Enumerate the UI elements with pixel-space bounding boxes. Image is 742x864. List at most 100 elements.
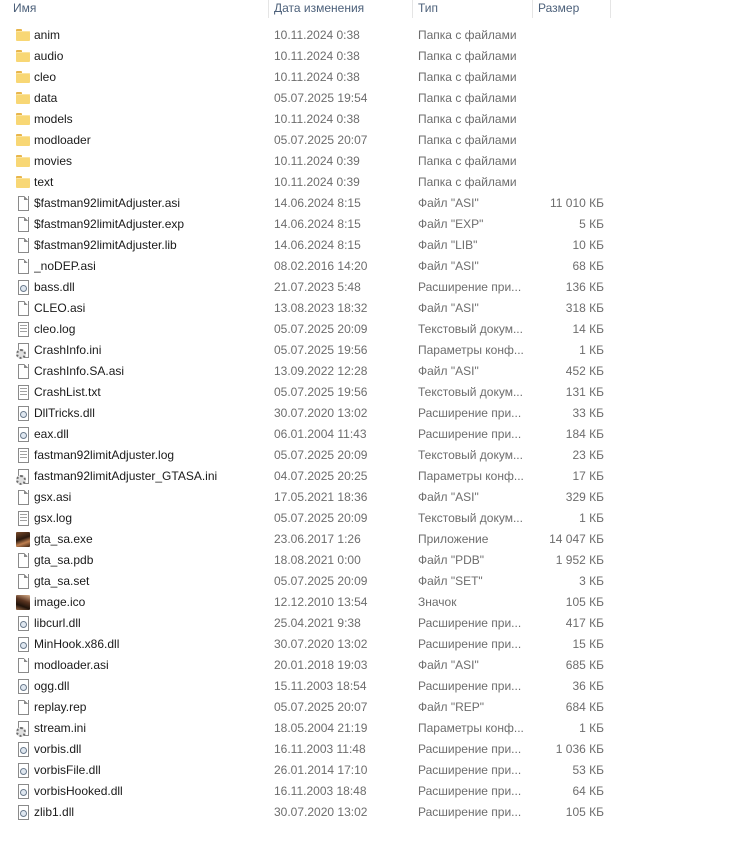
file-size: 15 КБ: [572, 637, 604, 651]
file-size: 684 КБ: [565, 700, 604, 714]
settings-file-icon: [16, 721, 30, 737]
file-name: vorbis.dll: [34, 742, 82, 756]
file-row[interactable]: image.ico 12.12.2010 13:54 Значок 105 КБ: [0, 592, 742, 613]
file-row[interactable]: gta_sa.exe 23.06.2017 1:26 Приложение 14 04…: [0, 529, 742, 550]
file-row[interactable]: audio 10.11.2024 0:38 Папка с файлами: [0, 46, 742, 67]
file-type: Параметры конф...: [418, 343, 524, 357]
column-header-date-modified[interactable]: Дата изменения: [269, 0, 413, 18]
file-row[interactable]: $fastman92limitAdjuster.lib 14.06.2024 8:…: [0, 235, 742, 256]
file-row[interactable]: gsx.asi 17.05.2021 18:36 Файл "ASI" 329 КБ: [0, 487, 742, 508]
file-row[interactable]: bass.dll 21.07.2023 5:48 Расширение при...…: [0, 277, 742, 298]
file-row[interactable]: vorbisFile.dll 26.01.2014 17:10 Расширение…: [0, 760, 742, 781]
file-date-modified: 30.07.2020 13:02: [274, 637, 368, 651]
file-row[interactable]: modloader 05.07.2025 20:07 Папка с файлами: [0, 130, 742, 151]
file-name: DllTricks.dll: [34, 406, 95, 420]
file-date-modified: 16.11.2003 11:48: [274, 742, 366, 756]
file-row[interactable]: gsx.log 05.07.2025 20:09 Текстовый докум..…: [0, 508, 742, 529]
folder-icon: [16, 28, 30, 43]
settings-file-icon: [16, 469, 30, 485]
file-name: replay.rep: [34, 700, 87, 714]
file-row[interactable]: DllTricks.dll 30.07.2020 13:02 Расширение …: [0, 403, 742, 424]
file-size: 452 КБ: [565, 364, 604, 378]
folder-icon: [16, 175, 30, 190]
file-date-modified: 10.11.2024 0:38: [274, 70, 360, 84]
file-size: 64 КБ: [572, 784, 604, 798]
file-size: 1 952 КБ: [555, 553, 604, 567]
folder-icon: [16, 133, 30, 148]
file-type: Расширение при...: [418, 616, 522, 630]
dll-icon: [16, 763, 30, 778]
column-header-name[interactable]: Имя: [8, 0, 269, 18]
folder-icon: [16, 91, 30, 106]
file-type: Значок: [418, 595, 457, 609]
file-type: Папка с файлами: [418, 28, 517, 42]
file-name: anim: [34, 28, 61, 42]
file-type: Расширение при...: [418, 805, 522, 819]
file-row[interactable]: CrashInfo.SA.asi 13.09.2022 12:28 Файл "AS…: [0, 361, 742, 382]
file-row[interactable]: vorbis.dll 16.11.2003 11:48 Расширение при…: [0, 739, 742, 760]
file-size: 53 КБ: [572, 763, 604, 777]
file-type: Расширение при...: [418, 784, 522, 798]
file-name: modloader: [34, 133, 91, 147]
file-row[interactable]: CrashInfo.ini 05.07.2025 19:56 Параметры к…: [0, 340, 742, 361]
file-row[interactable]: stream.ini 18.05.2004 21:19 Параметры конф…: [0, 718, 742, 739]
file-name: gsx.log: [34, 511, 73, 525]
column-header-size[interactable]: Размер: [533, 0, 611, 18]
file-row[interactable]: fastman92limitAdjuster.log 05.07.2025 20:…: [0, 445, 742, 466]
file-row[interactable]: modloader.asi 20.01.2018 19:03 Файл "ASI" 6…: [0, 655, 742, 676]
file-size: 11 010 КБ: [549, 196, 604, 210]
file-row[interactable]: CrashList.txt 05.07.2025 19:56 Текстовый д…: [0, 382, 742, 403]
file-row[interactable]: models 10.11.2024 0:38 Папка с файлами: [0, 109, 742, 130]
file-type: Файл "LIB": [418, 238, 478, 252]
file-row[interactable]: fastman92limitAdjuster_GTASA.ini 04.07.20…: [0, 466, 742, 487]
file-date-modified: 04.07.2025 20:25: [274, 469, 368, 483]
file-row[interactable]: anim 10.11.2024 0:38 Папка с файлами: [0, 25, 742, 46]
file-row[interactable]: MinHook.x86.dll 30.07.2020 13:02 Расширени…: [0, 634, 742, 655]
file-name: cleo.log: [34, 322, 76, 336]
file-type: Папка с файлами: [418, 112, 517, 126]
file-row[interactable]: eax.dll 06.01.2004 11:43 Расширение при...…: [0, 424, 742, 445]
file-icon: [16, 301, 30, 316]
dll-icon: [16, 406, 30, 421]
file-row[interactable]: CLEO.asi 13.08.2023 18:32 Файл "ASI" 318 КБ: [0, 298, 742, 319]
column-header-type[interactable]: Тип: [413, 0, 533, 18]
settings-file-icon: [16, 343, 30, 359]
file-size: 17 КБ: [572, 469, 604, 483]
file-size: 5 КБ: [579, 217, 604, 231]
file-row[interactable]: _noDEP.asi 08.02.2016 14:20 Файл "ASI" 68 К…: [0, 256, 742, 277]
file-name: vorbisFile.dll: [34, 763, 101, 777]
dll-icon: [16, 679, 30, 694]
file-row[interactable]: gta_sa.set 05.07.2025 20:09 Файл "SET" 3 КБ: [0, 571, 742, 592]
file-row[interactable]: libcurl.dll 25.04.2021 9:38 Расширение при…: [0, 613, 742, 634]
file-name: gsx.asi: [34, 490, 72, 504]
file-date-modified: 14.06.2024 8:15: [274, 196, 361, 210]
folder-icon: [16, 112, 30, 127]
file-date-modified: 30.07.2020 13:02: [274, 805, 368, 819]
file-name: cleo: [34, 70, 57, 84]
file-name: $fastman92limitAdjuster.asi: [34, 196, 181, 210]
file-size: 33 КБ: [572, 406, 604, 420]
file-size: 136 КБ: [565, 280, 604, 294]
file-row[interactable]: data 05.07.2025 19:54 Папка с файлами: [0, 88, 742, 109]
file-icon: [16, 217, 30, 232]
file-row[interactable]: vorbisHooked.dll 16.11.2003 18:48 Расширен…: [0, 781, 742, 802]
text-file-icon: [16, 448, 30, 463]
file-row[interactable]: cleo 10.11.2024 0:38 Папка с файлами: [0, 67, 742, 88]
image-icon: [16, 595, 30, 610]
file-date-modified: 10.11.2024 0:38: [274, 28, 360, 42]
text-file-icon: [16, 511, 30, 526]
file-name: libcurl.dll: [34, 616, 81, 630]
file-row[interactable]: gta_sa.pdb 18.08.2021 0:00 Файл "PDB" 1 952…: [0, 550, 742, 571]
file-row[interactable]: text 10.11.2024 0:39 Папка с файлами: [0, 172, 742, 193]
file-row[interactable]: $fastman92limitAdjuster.exp 14.06.2024 8:…: [0, 214, 742, 235]
file-row[interactable]: ogg.dll 15.11.2003 18:54 Расширение при...…: [0, 676, 742, 697]
file-row[interactable]: $fastman92limitAdjuster.asi 14.06.2024 8:…: [0, 193, 742, 214]
file-list: anim 10.11.2024 0:38 Папка с файлами audio 1…: [0, 25, 742, 823]
file-row[interactable]: replay.rep 05.07.2025 20:07 Файл "REP" 684 …: [0, 697, 742, 718]
file-row[interactable]: zlib1.dll 30.07.2020 13:02 Расширение при.…: [0, 802, 742, 823]
file-row[interactable]: cleo.log 05.07.2025 20:09 Текстовый докум.…: [0, 319, 742, 340]
file-date-modified: 16.11.2003 18:48: [274, 784, 367, 798]
file-date-modified: 05.07.2025 20:07: [274, 700, 368, 714]
file-row[interactable]: movies 10.11.2024 0:39 Папка с файлами: [0, 151, 742, 172]
file-type: Папка с файлами: [418, 154, 517, 168]
